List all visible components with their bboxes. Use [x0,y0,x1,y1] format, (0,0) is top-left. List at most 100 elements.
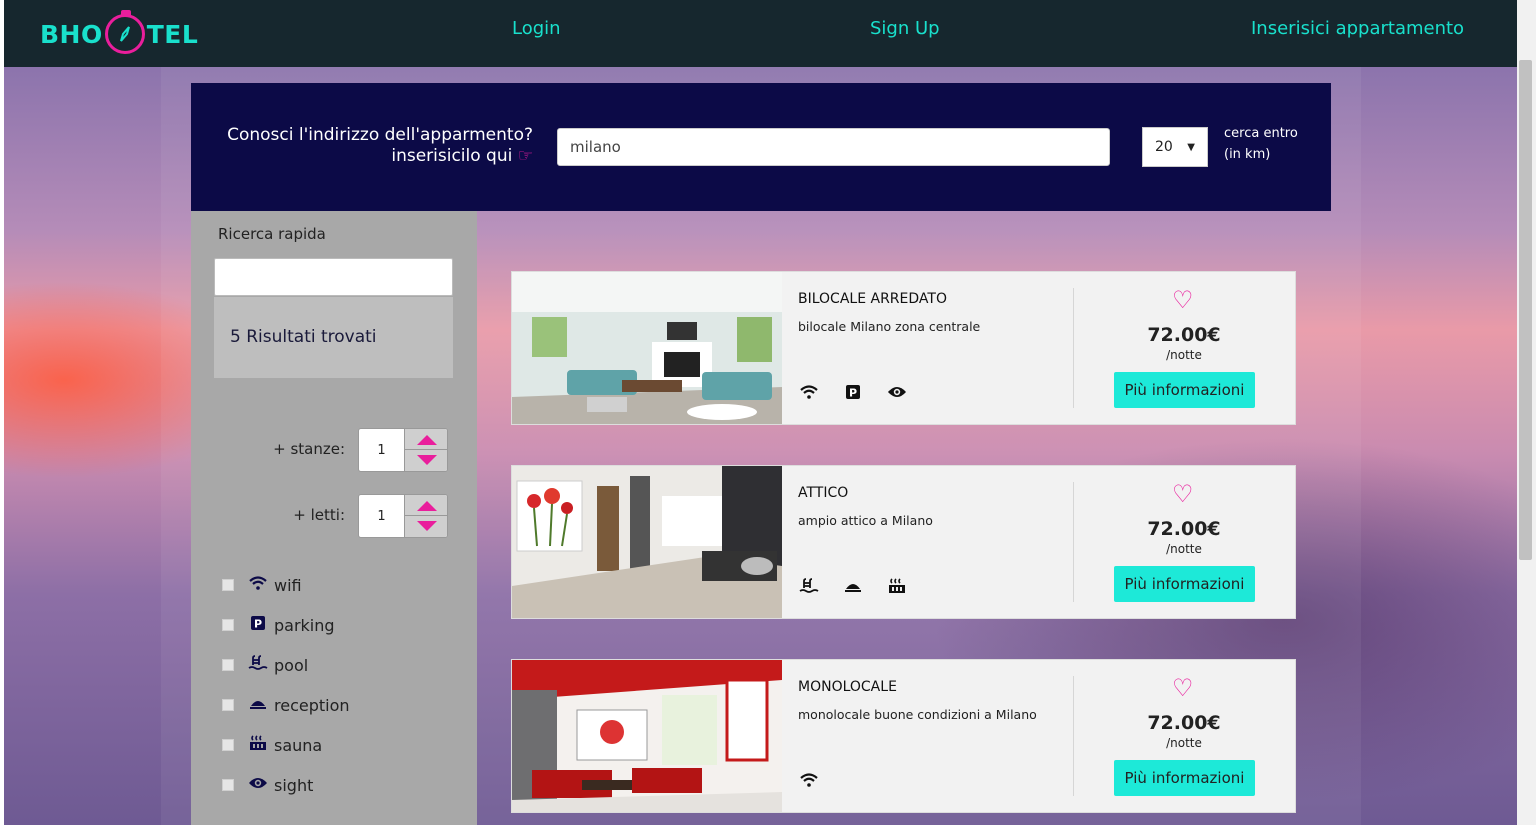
radius-label: cerca entro (in km) [1224,123,1298,165]
eye-icon [886,384,908,405]
heart-icon[interactable]: ♡ [1172,674,1194,702]
pool-checkbox[interactable] [222,659,234,671]
feature-label: reception [274,695,350,715]
signup-link[interactable]: Sign Up [870,18,940,39]
address-question-line2: inserisicilo qui [391,146,513,166]
price-unit: /notte [1166,348,1202,362]
radius-label-line1: cerca entro [1224,126,1298,141]
card-divider [1073,676,1074,796]
wifi-icon [798,772,820,793]
listing-price: 72.00€ [1147,324,1221,346]
increment-arrow-icon[interactable] [417,501,437,511]
listing-photo[interactable] [512,660,782,812]
listing-title: MONOLOCALE [798,679,897,695]
feature-reception[interactable]: reception [222,694,350,716]
address-question: Conosci l'indirizzo dell'apparmento? ins… [227,125,533,167]
heart-icon[interactable]: ♡ [1172,480,1194,508]
site-logo[interactable]: BHO TEL [40,10,199,56]
parking-icon: P [842,384,864,405]
results-count: 5 Risultati trovati [214,297,453,378]
reception-icon [248,696,268,714]
listing-amenities [798,772,820,793]
wifi-icon [248,575,268,595]
address-search-input[interactable] [557,128,1110,166]
pointing-hand-icon: ☞ [517,146,533,166]
radius-value: 20 [1155,139,1173,155]
pool-icon [248,655,268,675]
listing-price: 72.00€ [1147,712,1221,734]
more-info-button[interactable]: Più informazioni [1114,760,1255,796]
more-info-button[interactable]: Più informazioni [1114,566,1255,602]
feature-label: sight [274,775,314,795]
feature-sauna[interactable]: sauna [222,734,322,756]
scrollbar-thumb[interactable] [1519,60,1532,560]
beds-value[interactable]: 1 [359,495,404,537]
listing-description: monolocale buone condizioni a Milano [798,707,1037,722]
address-search-bar: Conosci l'indirizzo dell'apparmento? ins… [191,83,1331,211]
filter-sidebar: Ricerca rapida 5 Risultati trovati + sta… [191,211,477,825]
sauna-checkbox[interactable] [222,739,234,751]
beds-label: + letti: [293,506,345,524]
price-unit: /notte [1166,542,1202,556]
price-unit: /notte [1166,736,1202,750]
rooms-stepper[interactable]: 1 [358,428,448,472]
quick-search-input[interactable] [214,258,453,296]
svg-text:P: P [254,618,262,631]
logo-text-right: TEL [146,19,199,49]
heart-icon[interactable]: ♡ [1172,286,1194,314]
top-navbar: BHO TEL Login Sign Up Inserisici apparta… [4,0,1517,67]
card-divider [1073,482,1074,602]
decrement-arrow-icon[interactable] [417,521,437,531]
parking-icon: P [248,615,268,635]
feature-wifi[interactable]: wifi [222,574,302,596]
feature-label: wifi [274,575,302,595]
svg-text:P: P [849,387,857,400]
eye-icon [248,776,268,794]
reception-icon [842,578,864,599]
stepper-divider [405,449,447,450]
feature-label: pool [274,655,309,675]
listing-title: BILOCALE ARREDATO [798,291,947,307]
beds-stepper-buttons [404,495,447,537]
increment-arrow-icon[interactable] [417,435,437,445]
rooms-value[interactable]: 1 [359,429,404,471]
sauna-icon [886,578,908,599]
wifi-icon [798,384,820,405]
feature-pool[interactable]: pool [222,654,308,676]
listing-card: BILOCALE ARREDATO bilocale Milano zona c… [511,271,1296,425]
page-viewport: BHO TEL Login Sign Up Inserisici apparta… [4,0,1517,825]
listing-card: MONOLOCALE monolocale buone condizioni a… [511,659,1296,813]
listing-amenities: P [798,384,908,405]
listing-amenities [798,578,908,599]
listing-title: ATTICO [798,485,849,501]
vertical-scrollbar[interactable] [1517,0,1536,825]
insert-apartment-link[interactable]: Inserisici appartamento [1251,18,1464,39]
radius-select[interactable]: 20 ▼ [1142,127,1208,167]
feature-parking[interactable]: P parking [222,614,335,636]
sight-checkbox[interactable] [222,779,234,791]
address-question-line1: Conosci l'indirizzo dell'apparmento? [227,125,533,145]
reception-checkbox[interactable] [222,699,234,711]
more-info-button[interactable]: Più informazioni [1114,372,1255,408]
quick-search-title: Ricerca rapida [218,225,326,243]
listing-card: ATTICO ampio attico a Milano ♡ 72.00€ /n… [511,465,1296,619]
rooms-filter: + stanze: 1 [191,428,477,472]
listing-description: ampio attico a Milano [798,513,933,528]
decrement-arrow-icon[interactable] [417,455,437,465]
feature-sight[interactable]: sight [222,774,313,796]
pool-icon [798,578,820,599]
wifi-checkbox[interactable] [222,579,234,591]
listing-photo[interactable] [512,466,782,618]
radius-label-line2: (in km) [1224,147,1271,162]
beds-stepper[interactable]: 1 [358,494,448,538]
logo-text-left: BHO [40,19,103,49]
feature-label: sauna [274,735,323,755]
listing-description: bilocale Milano zona centrale [798,319,981,334]
sauna-icon [248,735,268,755]
parking-checkbox[interactable] [222,619,234,631]
listing-price: 72.00€ [1147,518,1221,540]
listing-photo[interactable] [512,272,782,424]
login-link[interactable]: Login [512,18,561,39]
stepper-divider [405,515,447,516]
beds-filter: + letti: 1 [191,494,477,538]
